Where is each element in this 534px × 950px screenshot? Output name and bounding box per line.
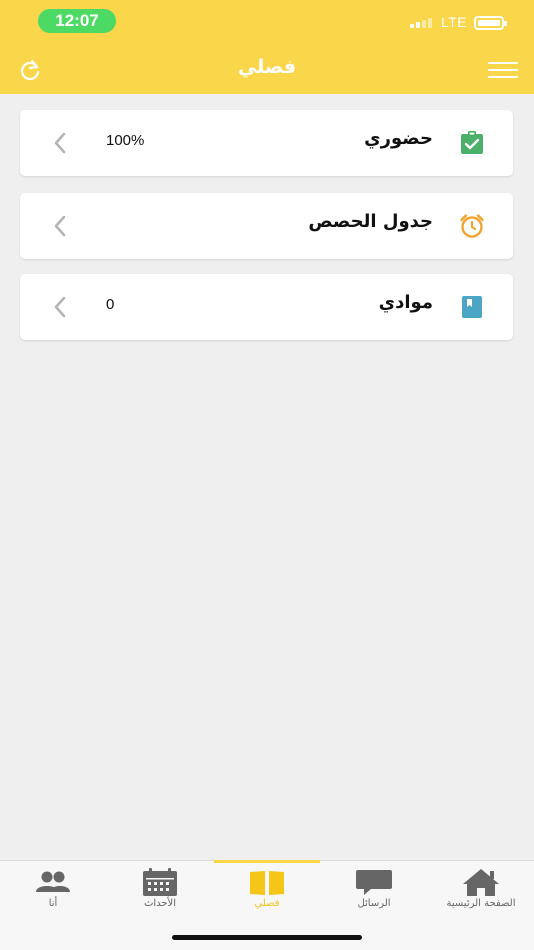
chat-bubble-icon: [356, 870, 392, 895]
menu-button[interactable]: [488, 60, 518, 80]
subjects-value: 0: [106, 296, 115, 313]
tab-home-label: الصفحة الرئيسية: [446, 898, 516, 909]
status-bar: 12:07 LTE: [0, 0, 534, 42]
subjects-card[interactable]: 0 موادي: [20, 274, 513, 340]
active-tab-indicator: [214, 860, 320, 863]
chevron-left-icon: [54, 215, 66, 237]
network-type: LTE: [441, 14, 468, 30]
tab-messages-label: الرسائل: [357, 898, 391, 909]
tab-me[interactable]: أنا: [0, 861, 106, 919]
home-indicator: [172, 935, 362, 940]
signal-strength-icon: [410, 16, 434, 28]
attendance-card[interactable]: 100% حضوري: [20, 110, 513, 176]
attendance-label: حضوري: [364, 128, 433, 149]
alarm-clock-icon: [460, 214, 484, 238]
chevron-left-icon: [54, 132, 66, 154]
navbar: فصلي: [0, 46, 534, 94]
tab-messages[interactable]: الرسائل: [321, 861, 427, 919]
people-icon: [36, 871, 70, 892]
home-icon: [463, 869, 499, 896]
chevron-left-icon: [54, 296, 66, 318]
calendar-icon: [143, 868, 177, 896]
attendance-clipboard-icon: [461, 131, 483, 154]
app-header: 12:07 LTE فصلي: [0, 0, 534, 94]
timetable-card[interactable]: جدول الحصص: [20, 193, 513, 259]
tab-my-class[interactable]: فصلي: [214, 860, 320, 919]
battery-icon: [474, 16, 507, 30]
status-time[interactable]: 12:07: [38, 9, 116, 33]
page-title: فصلي: [237, 56, 297, 78]
subjects-label: موادي: [378, 292, 433, 313]
tab-events-label: الأحداث: [143, 898, 177, 909]
tab-my-class-label: فصلي: [254, 898, 280, 909]
tab-home[interactable]: الصفحة الرئيسية: [428, 861, 534, 919]
tab-me-label: أنا: [48, 898, 58, 909]
hamburger-menu-icon: [488, 62, 518, 64]
attendance-value: 100%: [106, 132, 145, 149]
book-icon: [462, 296, 482, 318]
tab-events[interactable]: الأحداث: [107, 861, 213, 919]
timetable-label: جدول الحصص: [308, 211, 433, 232]
open-book-icon: [250, 871, 284, 895]
